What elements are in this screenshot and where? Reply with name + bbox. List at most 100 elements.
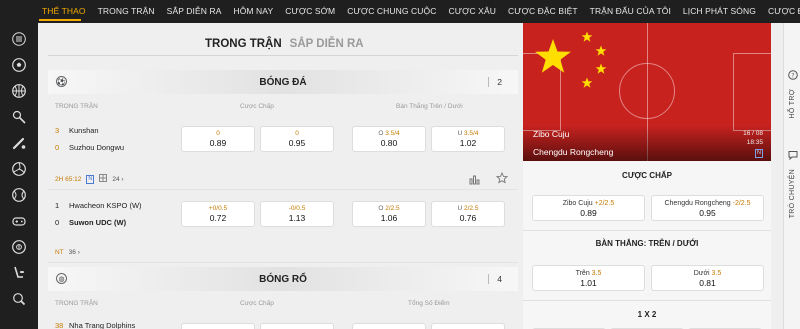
stats-grid-icon[interactable] [99,174,108,184]
more-markets-count: 36 [68,249,76,256]
odds-value: 0.76 [459,213,477,223]
column-live: TRONG TRẬN [55,300,98,307]
handicap-odds-partial[interactable] [181,323,255,329]
handicap-home-odds[interactable]: +0/0.5 0.72 [181,201,255,227]
panel-handicap-home[interactable]: Zibo Cuju +2/2.5 0.89 [532,195,645,221]
more-markets-count: 24 [112,175,120,183]
nav-outright[interactable]: CƯỢC CHUNG CUỘC [341,0,442,23]
column-handicap: Cược Chấp [240,103,274,110]
more-markets-link[interactable]: 24 › [112,176,123,183]
nav-my-matches[interactable]: TRẬN ĐẤU CỦA TÔI [584,0,677,23]
panel-handicap-away[interactable]: Chengdu Rongcheng -2/2.5 0.95 [651,195,764,221]
nav-schedule[interactable]: LỊCH PHÁT SÓNG [677,0,762,23]
basketball-section-header[interactable]: ◍ BÓNG RỔ 4 [48,267,518,291]
side-tab-rail: ? HỖ TRỢ TRÒ CHUYỆN [783,23,800,329]
home-score: 38 [55,321,64,329]
nav-upcoming[interactable]: SẮP DIỄN RA [161,0,228,23]
over-odds[interactable]: O 2/2.5 1.06 [352,201,426,227]
neutral-badge: N [86,174,95,184]
panel-under[interactable]: Dưới 3.5 0.81 [651,265,764,291]
badminton-icon[interactable] [11,109,27,125]
handicap-line: -2/2.5 [732,200,751,207]
away-team[interactable]: 0 Suwon UDC (W) [55,218,126,227]
match-time: NT [55,249,64,256]
odds-value: 1.02 [459,138,477,148]
esports-icon[interactable] [11,213,27,229]
tab-live[interactable]: TRONG TRẬN [205,38,282,50]
row-divider [48,189,518,190]
favorite-star-icon[interactable] [495,171,509,189]
total-odds-partial[interactable] [352,323,426,329]
table-tennis-icon[interactable] [11,291,27,307]
away-name: Suwon UDC (W) [69,218,127,227]
help-tab[interactable]: ? HỖ TRỢ [786,67,799,118]
stats-icon[interactable] [469,172,480,190]
under-odds[interactable]: U 3.5/4 1.02 [431,126,505,152]
handicap-home-odds[interactable]: 0 0.89 [181,126,255,152]
odds-value: 1.01 [580,278,597,288]
match-meta: 2H 65:12 N 24 › [55,174,124,184]
pool-icon[interactable]: 8 [11,239,27,255]
home-score: 3 [55,126,60,135]
nav-early[interactable]: CƯỢC SỚM [279,0,341,23]
under-line: 3.5/4 [464,130,479,137]
section-title: BÓNG ĐÁ [259,76,307,88]
over-line: 3.5 [591,270,602,277]
under-odds[interactable]: U 2/2.5 0.76 [431,201,505,227]
nav-parlay[interactable]: CƯỢC XÂU [443,0,502,23]
chat-tab[interactable]: TRÒ CHUYỆN [786,147,799,218]
over-label: O [378,205,384,212]
odds-value: 0.95 [699,208,716,218]
total-odds-partial[interactable] [431,323,505,329]
ice-hockey-icon[interactable] [11,265,27,281]
handicap-away-odds[interactable]: -0/0.5 1.13 [260,201,334,227]
handicap-away-odds[interactable]: 0 0.95 [260,126,334,152]
column-over-under: Bàn Thắng Trên / Dưới [396,103,463,110]
nav-my-bets[interactable]: CƯỢC ĐÃ ĐẶT [762,0,800,23]
handicap-line: -0/0.5 [288,205,306,212]
under-label: U [457,130,463,137]
match-time: 2H 65:12 [55,175,82,183]
odds-value: 0.81 [699,278,716,288]
odds-value: 0.95 [288,138,306,148]
home-team[interactable]: 3 Kunshan [55,126,99,135]
panel-time: 18:35 [746,139,763,146]
nav-special[interactable]: CƯỢC ĐẶC BIỆT [502,0,584,23]
football-section-header[interactable]: ⚽ BÓNG ĐÁ 2 [48,70,518,94]
handicap-odds-partial[interactable] [260,323,334,329]
basketball-icon[interactable] [11,83,27,99]
over-odds[interactable]: O 3.5/4 0.80 [352,126,426,152]
match-banner: Zibo Cuju Chengdu Rongcheng 16 / 08 18:3… [523,23,771,161]
baseball-icon[interactable] [11,135,27,151]
odds-value: 0.89 [580,208,597,218]
panel-1x2-title: 1 X 2 [637,310,657,319]
tennis-icon[interactable] [11,187,27,203]
away-score: 0 [55,143,60,152]
sport-icon-rail: 8 [0,23,38,329]
active-nav-underline [39,19,81,21]
chat-icon [788,147,798,165]
menu-icon[interactable] [11,31,27,47]
small-star-icon [581,31,593,42]
home-team[interactable]: 1 Hwacheon KSPO (W) [55,201,142,210]
home-team[interactable]: 38 Nha Trang Dolphins [55,321,135,329]
panel-handicap-title: CƯỢC CHẤP [622,171,672,180]
help-label: HỖ TRỢ [789,89,796,119]
under-label: U [457,205,463,212]
volleyball-icon[interactable] [11,161,27,177]
more-markets-link[interactable]: 36 › [69,249,80,256]
panel-home-team: Zibo Cuju [533,129,570,139]
nav-live[interactable]: TRONG TRẬN [92,0,161,23]
away-name: Suzhou Dongwu [69,143,125,152]
football-icon[interactable] [11,57,27,73]
nav-today[interactable]: HÔM NAY [227,0,279,23]
tab-upcoming[interactable]: SẮP DIỄN RA [290,38,364,50]
team-name: Chengdu Rongcheng [664,200,731,207]
home-name: Hwacheon KSPO (W) [69,201,142,210]
odds-value: 1.06 [380,213,398,223]
small-star-icon [595,63,607,74]
panel-over[interactable]: Trên 3.5 1.01 [532,265,645,291]
away-team[interactable]: 0 Suzhou Dongwu [55,143,124,152]
team-name: Zibo Cuju [562,200,593,207]
odds-value: 0.72 [209,213,227,223]
